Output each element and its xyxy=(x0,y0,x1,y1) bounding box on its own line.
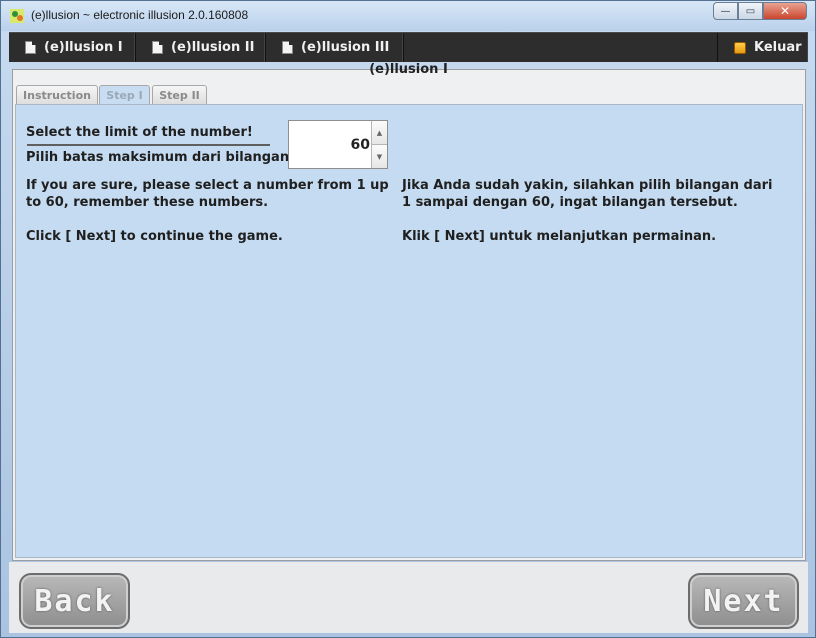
panel-title: (e)llusion I xyxy=(369,62,448,77)
document-icon xyxy=(25,41,36,54)
arrow-up-icon: ▲ xyxy=(376,128,383,137)
menu-item-ellusion-1[interactable]: (e)llusion I xyxy=(9,33,136,62)
back-label: Back xyxy=(34,583,115,619)
step-content xyxy=(15,104,803,558)
menu-item-ellusion-3[interactable]: (e)llusion III xyxy=(266,33,404,62)
instruction-id-1: Jika Anda sudah yakin, silahkan pilih bi… xyxy=(402,178,773,210)
next-button[interactable]: Next xyxy=(688,573,799,629)
app-window: (e)llusion ~ electronic illusion 2.0.160… xyxy=(0,0,816,638)
tab-label: Instruction xyxy=(23,88,91,102)
spinner-buttons: ▲ ▼ xyxy=(371,121,387,168)
limit-label-en: Select the limit of the number! xyxy=(26,125,253,140)
exit-icon xyxy=(734,41,746,54)
minimize-icon: — xyxy=(720,5,731,17)
document-icon xyxy=(282,41,293,54)
instruction-en-2: Click [ Next] to continue the game. xyxy=(26,229,283,244)
tab-label: Step II xyxy=(159,88,200,102)
spinner-up-button[interactable]: ▲ xyxy=(372,121,387,145)
separator xyxy=(27,144,270,146)
menu-item-ellusion-2[interactable]: (e)llusion II xyxy=(136,33,266,62)
minimize-button[interactable]: — xyxy=(713,2,738,20)
number-limit-spinner[interactable]: 60 ▲ ▼ xyxy=(288,120,388,169)
back-button[interactable]: Back xyxy=(19,573,130,629)
tab-label: Step I xyxy=(106,89,143,102)
exit-label: Keluar xyxy=(754,40,802,55)
exit-menu-button[interactable]: Keluar xyxy=(717,33,808,62)
instruction-id-2: Klik [ Next] untuk melanjutkan permainan… xyxy=(402,229,717,244)
tab-instruction[interactable]: Instruction xyxy=(16,85,98,104)
spinner-value: 60 xyxy=(350,137,370,153)
menu-item-label: (e)llusion II xyxy=(171,40,255,55)
document-icon xyxy=(152,41,163,54)
menu-item-label: (e)llusion I xyxy=(44,40,123,55)
menu-item-label: (e)llusion III xyxy=(301,40,390,55)
maximize-icon: ▭ xyxy=(745,5,756,17)
tab-step-1[interactable]: Step I xyxy=(99,85,150,105)
spinner-down-button[interactable]: ▼ xyxy=(372,145,387,168)
window-title: (e)llusion ~ electronic illusion 2.0.160… xyxy=(31,8,249,22)
instruction-en-1: If you are sure, please select a number … xyxy=(26,178,389,210)
title-bar: (e)llusion ~ electronic illusion 2.0.160… xyxy=(1,1,815,31)
arrow-down-icon: ▼ xyxy=(376,152,383,161)
close-button[interactable]: ✕ xyxy=(763,2,807,20)
window-controls: — ▭ ✕ xyxy=(713,2,807,20)
maximize-button[interactable]: ▭ xyxy=(738,2,763,20)
next-label: Next xyxy=(703,583,784,619)
menu-bar: (e)llusion I (e)llusion II (e)llusion II… xyxy=(9,32,808,62)
limit-label-id: Pilih batas maksimum dari bilangan! xyxy=(26,150,296,165)
app-icon xyxy=(10,9,24,23)
tab-step-2[interactable]: Step II xyxy=(152,85,207,104)
close-icon: ✕ xyxy=(779,4,791,18)
